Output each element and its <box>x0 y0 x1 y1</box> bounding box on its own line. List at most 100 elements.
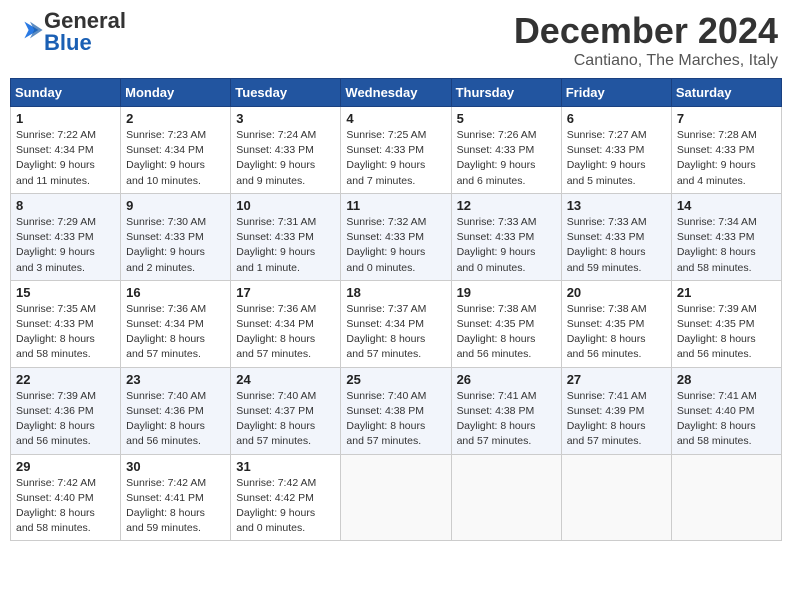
day-info: Sunrise: 7:42 AMSunset: 4:40 PMDaylight:… <box>16 476 115 537</box>
day-info: Sunrise: 7:32 AMSunset: 4:33 PMDaylight:… <box>346 215 445 276</box>
calendar-cell: 25Sunrise: 7:40 AMSunset: 4:38 PMDayligh… <box>341 367 451 454</box>
day-number: 7 <box>677 111 776 126</box>
day-number: 28 <box>677 372 776 387</box>
calendar-cell: 5 Sunrise: 7:26 AMSunset: 4:33 PMDaylight… <box>451 107 561 194</box>
calendar-cell: 16 Sunrise: 7:36 AMSunset: 4:34 PMDayligh… <box>121 280 231 367</box>
calendar-cell: 8Sunrise: 7:29 AMSunset: 4:33 PMDaylight… <box>11 193 121 280</box>
calendar-cell: 4 Sunrise: 7:25 AMSunset: 4:33 PMDaylight… <box>341 107 451 194</box>
calendar-cell: 23 Sunrise: 7:40 AMSunset: 4:36 PMDayligh… <box>121 367 231 454</box>
calendar-table: SundayMondayTuesdayWednesdayThursdayFrid… <box>10 78 782 541</box>
day-number: 21 <box>677 285 776 300</box>
calendar-cell: 17 Sunrise: 7:36 AMSunset: 4:34 PMDayligh… <box>231 280 341 367</box>
day-info: Sunrise: 7:41 AMSunset: 4:39 PMDaylight:… <box>567 389 666 450</box>
calendar-cell: 1 Sunrise: 7:22 AMSunset: 4:34 PMDaylight… <box>11 107 121 194</box>
calendar-cell <box>341 454 451 541</box>
calendar-week-1: 1 Sunrise: 7:22 AMSunset: 4:34 PMDaylight… <box>11 107 782 194</box>
day-number: 15 <box>16 285 115 300</box>
day-info: Sunrise: 7:37 AMSunset: 4:34 PMDaylight:… <box>346 302 445 363</box>
calendar-cell: 13 Sunrise: 7:33 AMSunset: 4:33 PMDayligh… <box>561 193 671 280</box>
day-info: Sunrise: 7:35 AMSunset: 4:33 PMDaylight:… <box>16 302 115 363</box>
calendar-cell: 2Sunrise: 7:23 AMSunset: 4:34 PMDaylight… <box>121 107 231 194</box>
day-info: Sunrise: 7:24 AMSunset: 4:33 PMDaylight:… <box>236 128 335 189</box>
day-number: 14 <box>677 198 776 213</box>
day-info: Sunrise: 7:39 AMSunset: 4:35 PMDaylight:… <box>677 302 776 363</box>
day-number: 11 <box>346 198 445 213</box>
calendar-cell: 10 Sunrise: 7:31 AMSunset: 4:33 PMDayligh… <box>231 193 341 280</box>
calendar-cell: 30 Sunrise: 7:42 AMSunset: 4:41 PMDayligh… <box>121 454 231 541</box>
day-info: Sunrise: 7:42 AMSunset: 4:41 PMDaylight:… <box>126 476 225 537</box>
calendar-cell: 24Sunrise: 7:40 AMSunset: 4:37 PMDayligh… <box>231 367 341 454</box>
day-info: Sunrise: 7:42 AMSunset: 4:42 PMDaylight:… <box>236 476 335 537</box>
day-info: Sunrise: 7:41 AMSunset: 4:38 PMDaylight:… <box>457 389 556 450</box>
weekday-header-wednesday: Wednesday <box>341 79 451 107</box>
day-info: Sunrise: 7:25 AMSunset: 4:33 PMDaylight:… <box>346 128 445 189</box>
day-number: 25 <box>346 372 445 387</box>
calendar-cell: 26Sunrise: 7:41 AMSunset: 4:38 PMDayligh… <box>451 367 561 454</box>
day-info: Sunrise: 7:31 AMSunset: 4:33 PMDaylight:… <box>236 215 335 276</box>
day-info: Sunrise: 7:40 AMSunset: 4:36 PMDaylight:… <box>126 389 225 450</box>
logo: GeneralBlue <box>14 10 126 54</box>
calendar-cell <box>671 454 781 541</box>
calendar-cell: 12 Sunrise: 7:33 AMSunset: 4:33 PMDayligh… <box>451 193 561 280</box>
day-info: Sunrise: 7:34 AMSunset: 4:33 PMDaylight:… <box>677 215 776 276</box>
day-number: 23 <box>126 372 225 387</box>
day-number: 31 <box>236 459 335 474</box>
calendar-cell: 19 Sunrise: 7:38 AMSunset: 4:35 PMDayligh… <box>451 280 561 367</box>
calendar-week-4: 22 Sunrise: 7:39 AMSunset: 4:36 PMDayligh… <box>11 367 782 454</box>
calendar-cell <box>451 454 561 541</box>
weekday-header-monday: Monday <box>121 79 231 107</box>
calendar-cell: 15 Sunrise: 7:35 AMSunset: 4:33 PMDayligh… <box>11 280 121 367</box>
day-number: 19 <box>457 285 556 300</box>
day-info: Sunrise: 7:41 AMSunset: 4:40 PMDaylight:… <box>677 389 776 450</box>
day-info: Sunrise: 7:38 AMSunset: 4:35 PMDaylight:… <box>457 302 556 363</box>
day-info: Sunrise: 7:39 AMSunset: 4:36 PMDaylight:… <box>16 389 115 450</box>
calendar-week-5: 29Sunrise: 7:42 AMSunset: 4:40 PMDayligh… <box>11 454 782 541</box>
day-info: Sunrise: 7:22 AMSunset: 4:34 PMDaylight:… <box>16 128 115 189</box>
logo-text: GeneralBlue <box>44 10 126 54</box>
calendar-cell: 11 Sunrise: 7:32 AMSunset: 4:33 PMDayligh… <box>341 193 451 280</box>
day-number: 27 <box>567 372 666 387</box>
calendar-cell: 20 Sunrise: 7:38 AMSunset: 4:35 PMDayligh… <box>561 280 671 367</box>
day-info: Sunrise: 7:38 AMSunset: 4:35 PMDaylight:… <box>567 302 666 363</box>
day-number: 20 <box>567 285 666 300</box>
day-number: 18 <box>346 285 445 300</box>
title-block: December 2024 Cantiano, The Marches, Ita… <box>514 10 778 70</box>
day-info: Sunrise: 7:27 AMSunset: 4:33 PMDaylight:… <box>567 128 666 189</box>
day-number: 30 <box>126 459 225 474</box>
calendar-header-row: SundayMondayTuesdayWednesdayThursdayFrid… <box>11 79 782 107</box>
day-number: 5 <box>457 111 556 126</box>
day-number: 9 <box>126 198 225 213</box>
weekday-header-sunday: Sunday <box>11 79 121 107</box>
weekday-header-saturday: Saturday <box>671 79 781 107</box>
day-info: Sunrise: 7:40 AMSunset: 4:37 PMDaylight:… <box>236 389 335 450</box>
calendar-cell: 9 Sunrise: 7:30 AMSunset: 4:33 PMDaylight… <box>121 193 231 280</box>
day-number: 12 <box>457 198 556 213</box>
day-number: 17 <box>236 285 335 300</box>
day-number: 10 <box>236 198 335 213</box>
weekday-header-thursday: Thursday <box>451 79 561 107</box>
day-number: 1 <box>16 111 115 126</box>
calendar-cell: 7Sunrise: 7:28 AMSunset: 4:33 PMDaylight… <box>671 107 781 194</box>
day-info: Sunrise: 7:33 AMSunset: 4:33 PMDaylight:… <box>457 215 556 276</box>
calendar-cell: 27 Sunrise: 7:41 AMSunset: 4:39 PMDayligh… <box>561 367 671 454</box>
calendar-week-3: 15 Sunrise: 7:35 AMSunset: 4:33 PMDayligh… <box>11 280 782 367</box>
calendar-cell: 28 Sunrise: 7:41 AMSunset: 4:40 PMDayligh… <box>671 367 781 454</box>
day-info: Sunrise: 7:36 AMSunset: 4:34 PMDaylight:… <box>236 302 335 363</box>
page-header: GeneralBlue December 2024 Cantiano, The … <box>10 10 782 70</box>
day-number: 13 <box>567 198 666 213</box>
day-number: 22 <box>16 372 115 387</box>
weekday-header-friday: Friday <box>561 79 671 107</box>
location-title: Cantiano, The Marches, Italy <box>514 52 778 70</box>
day-info: Sunrise: 7:26 AMSunset: 4:33 PMDaylight:… <box>457 128 556 189</box>
logo-icon <box>16 16 44 44</box>
day-number: 16 <box>126 285 225 300</box>
day-info: Sunrise: 7:36 AMSunset: 4:34 PMDaylight:… <box>126 302 225 363</box>
day-number: 4 <box>346 111 445 126</box>
calendar-cell: 6Sunrise: 7:27 AMSunset: 4:33 PMDaylight… <box>561 107 671 194</box>
weekday-header-tuesday: Tuesday <box>231 79 341 107</box>
calendar-cell: 22 Sunrise: 7:39 AMSunset: 4:36 PMDayligh… <box>11 367 121 454</box>
day-number: 8 <box>16 198 115 213</box>
day-info: Sunrise: 7:33 AMSunset: 4:33 PMDaylight:… <box>567 215 666 276</box>
day-info: Sunrise: 7:30 AMSunset: 4:33 PMDaylight:… <box>126 215 225 276</box>
day-info: Sunrise: 7:23 AMSunset: 4:34 PMDaylight:… <box>126 128 225 189</box>
